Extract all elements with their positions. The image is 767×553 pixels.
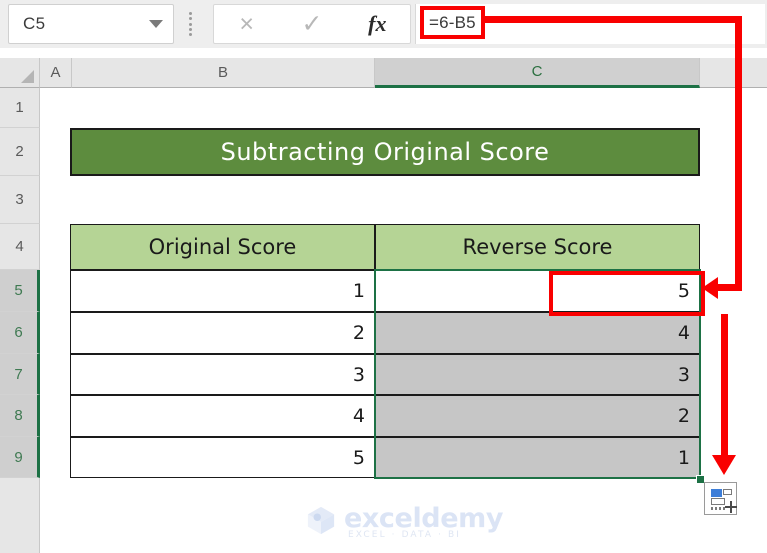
- cell-b7[interactable]: 3: [70, 354, 375, 395]
- cell-b5[interactable]: 1: [70, 270, 375, 312]
- row-header-2[interactable]: 2: [0, 128, 40, 176]
- title-banner-text: Subtracting Original Score: [220, 138, 550, 166]
- formula-highlight-label: =6-B5: [429, 12, 476, 32]
- table-header-reverse-score[interactable]: Reverse Score: [375, 224, 700, 270]
- row-header-9[interactable]: 9: [0, 437, 40, 478]
- cell-c8[interactable]: 2: [375, 395, 700, 437]
- row-header-4[interactable]: 4: [0, 224, 40, 270]
- select-all-corner[interactable]: [0, 58, 40, 88]
- cell-c7[interactable]: 3: [375, 354, 700, 395]
- cell-highlight-annotation: [549, 271, 705, 316]
- insert-function-icon[interactable]: fx: [351, 13, 403, 35]
- callout-line-horizontal-bottom: [718, 284, 742, 291]
- cancel-icon[interactable]: ×: [221, 11, 273, 37]
- cube-logo-icon: [307, 506, 335, 535]
- formula-bar: C5 × ✓ fx: [0, 0, 767, 48]
- vertical-dots-icon[interactable]: [185, 12, 195, 36]
- autofill-options-button[interactable]: [704, 482, 737, 515]
- autofill-icon-block-wide: [711, 498, 725, 505]
- name-box[interactable]: C5: [8, 4, 174, 44]
- callout-line-vertical-right: [735, 16, 742, 291]
- cell-c9[interactable]: 1: [375, 437, 700, 478]
- autofill-icon-block-small: [723, 489, 732, 495]
- row-header-8[interactable]: 8: [0, 395, 40, 437]
- fill-direction-line: [721, 314, 728, 456]
- column-header-b[interactable]: B: [72, 58, 375, 88]
- row-header-7[interactable]: 7: [0, 354, 40, 395]
- autofill-plus-icon-bar: [725, 506, 737, 508]
- select-all-triangle-icon: [21, 70, 34, 83]
- chevron-down-icon[interactable]: [149, 20, 163, 28]
- watermark: exceldemy EXCEL · DATA · BI: [306, 503, 503, 543]
- cell-b8[interactable]: 4: [70, 395, 375, 437]
- table-header-original-score[interactable]: Original Score: [70, 224, 375, 270]
- column-header-row: A B C: [0, 58, 767, 88]
- callout-line-horizontal-top: [480, 16, 742, 23]
- cell-b6[interactable]: 2: [70, 312, 375, 354]
- autofill-icon-block-blue: [711, 489, 722, 497]
- row-header-3[interactable]: 3: [0, 176, 40, 224]
- formula-highlight-annotation: =6-B5: [420, 6, 485, 39]
- column-header-c[interactable]: C: [375, 58, 700, 88]
- watermark-tagline: EXCEL · DATA · BI: [348, 530, 462, 540]
- row-header-overflow: [0, 478, 40, 553]
- column-header-a[interactable]: A: [40, 58, 72, 88]
- cell-b9[interactable]: 5: [70, 437, 375, 478]
- worksheet-grid: Subtracting Original Score Original Scor…: [40, 88, 767, 553]
- cell-c6[interactable]: 4: [375, 312, 700, 354]
- title-banner[interactable]: Subtracting Original Score: [70, 128, 700, 176]
- row-header-6[interactable]: 6: [0, 312, 40, 354]
- arrow-down-icon: [712, 455, 736, 475]
- formula-bar-commands: × ✓ fx: [213, 4, 411, 44]
- row-header-1[interactable]: 1: [0, 88, 40, 128]
- autofill-icon-dots: [711, 507, 725, 510]
- row-header-5[interactable]: 5: [0, 270, 40, 312]
- name-box-value: C5: [23, 14, 46, 33]
- column-header-overflow: [700, 58, 767, 88]
- excel-screenshot: C5 × ✓ fx =6-B5 A B C 1 2 3 4 5 6 7 8 9: [0, 0, 767, 553]
- enter-icon[interactable]: ✓: [286, 11, 338, 37]
